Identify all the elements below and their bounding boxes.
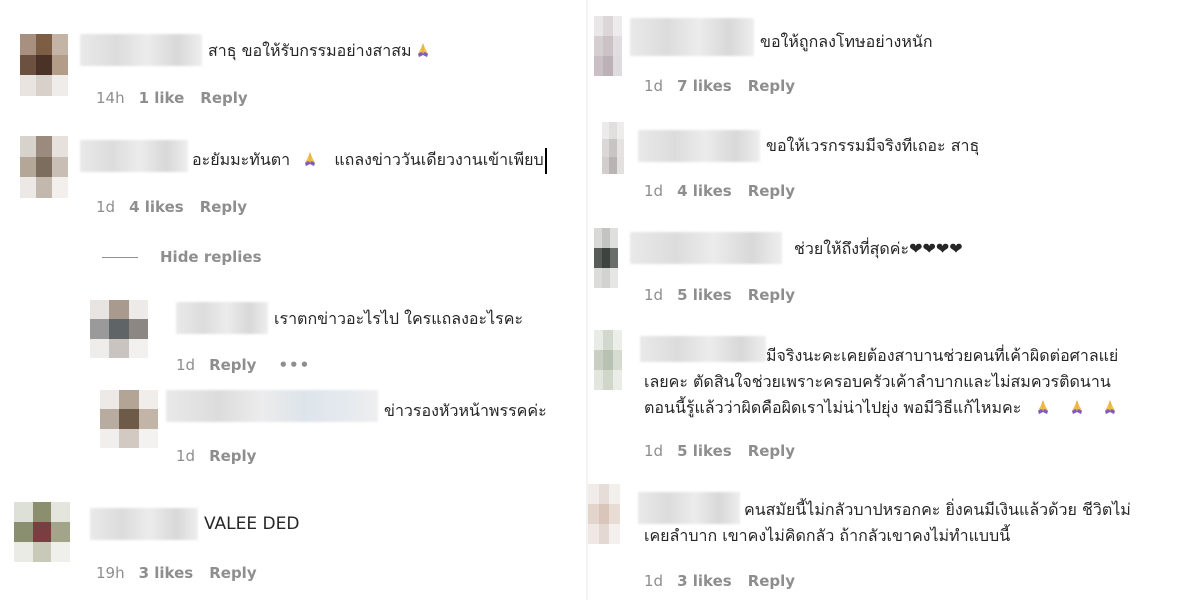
pray-icon	[416, 42, 430, 58]
username-blurred[interactable]	[640, 336, 766, 362]
avatar[interactable]	[20, 136, 68, 198]
reply-button[interactable]: Reply	[748, 286, 795, 304]
avatar[interactable]	[90, 300, 148, 358]
comment-meta: 1d 7 likes Reply	[644, 77, 795, 95]
comment-text: คนสมัยนี้ไม่กลัวบาปหรอกคะ ยิ่งคนมีเงินแล…	[744, 500, 1131, 519]
likes-count[interactable]: 4 likes	[129, 198, 184, 216]
comment-timestamp: 1d	[644, 182, 664, 200]
pray-icon	[1103, 399, 1117, 415]
hide-replies-label: Hide replies	[160, 248, 262, 266]
username-blurred[interactable]	[166, 390, 378, 422]
avatar[interactable]	[602, 122, 624, 174]
likes-count[interactable]: 5 likes	[677, 442, 732, 460]
username-blurred[interactable]	[630, 18, 754, 56]
comment-timestamp: 1d	[644, 286, 664, 304]
comment-meta: 1d 3 likes Reply	[644, 572, 795, 590]
comment-meta: 1d Reply •••	[176, 356, 310, 374]
reply-button[interactable]: Reply	[200, 89, 247, 107]
comment-meta: 19h 3 likes Reply	[96, 564, 257, 582]
comment-timestamp: 19h	[96, 564, 125, 582]
comment-meta: 1d 4 likes Reply	[96, 198, 247, 216]
comment-text: มีจริงนะคะเคยต้องสาบานช่วยคนที่เค้าผิดต่…	[766, 346, 1119, 365]
comment-text: ข่าวรองหัวหน้าพรรคค่ะ	[384, 401, 547, 420]
comment-meta: 1d Reply	[176, 447, 256, 465]
likes-count[interactable]: 3 likes	[677, 572, 732, 590]
comment-text: ช่วยให้ถึงที่สุดค่ะ❤❤❤❤	[794, 239, 963, 258]
comment-timestamp: 1d	[644, 442, 664, 460]
comment-text: ขอให้ถูกลงโทษอย่างหนัก	[760, 32, 933, 51]
reply-button[interactable]: Reply	[209, 564, 256, 582]
username-blurred[interactable]	[80, 34, 202, 66]
comment-timestamp: 1d	[96, 198, 116, 216]
username-blurred[interactable]	[176, 302, 268, 334]
username-blurred[interactable]	[638, 492, 740, 524]
likes-count[interactable]: 7 likes	[677, 77, 732, 95]
comment-text: สาธุ ขอให้รับกรรมอย่างสาสม	[208, 37, 430, 64]
comment-meta: 1d 5 likes Reply	[644, 442, 795, 460]
more-options-icon[interactable]: •••	[278, 356, 310, 374]
comment-text: ขอให้เวรกรรมมีจริงทีเถอะ สาธุ	[766, 136, 980, 155]
comment-timestamp: 1d	[176, 447, 196, 465]
comment-text: เลยคะ ตัดสินใจช่วยเพราะครอบครัวเค้าลำบาก…	[644, 372, 1111, 391]
avatar[interactable]	[100, 390, 158, 448]
avatar[interactable]	[594, 330, 622, 390]
reply-button[interactable]: Reply	[209, 447, 256, 465]
pray-icon	[1070, 399, 1084, 415]
comment-meta: 1d 4 likes Reply	[644, 182, 795, 200]
avatar[interactable]	[588, 484, 620, 544]
pray-icon	[1036, 399, 1050, 415]
comment-text: เคยลำบาก เขาคงไม่คิดกลัว ถ้ากลัวเขาคงไม่…	[644, 526, 1011, 545]
text-cursor	[544, 147, 547, 174]
avatar[interactable]	[20, 34, 68, 96]
comment-timestamp: 1d	[644, 77, 664, 95]
comment-timestamp: 1d	[644, 572, 664, 590]
comment-meta: 14h 1 like Reply	[96, 89, 248, 107]
avatar[interactable]	[594, 16, 622, 76]
username-blurred[interactable]	[90, 508, 198, 540]
likes-count[interactable]: 5 likes	[677, 286, 732, 304]
username-blurred[interactable]	[80, 140, 188, 172]
username-blurred[interactable]	[638, 130, 760, 162]
reply-button[interactable]: Reply	[748, 182, 795, 200]
hide-replies-toggle[interactable]: Hide replies	[102, 248, 262, 266]
reply-button[interactable]: Reply	[209, 356, 256, 374]
comment-text: ตอนนี้รู้แล้วว่าผิดคือผิดเราไม่น่าไปยุ่ง…	[644, 394, 1117, 421]
reply-button[interactable]: Reply	[200, 198, 247, 216]
reply-button[interactable]: Reply	[748, 77, 795, 95]
reply-button[interactable]: Reply	[748, 572, 795, 590]
comment-text: เราตกข่าวอะไรไป ใครแถลงอะไรคะ	[274, 309, 524, 328]
comment-meta: 1d 5 likes Reply	[644, 286, 795, 304]
comment-timestamp: 1d	[176, 356, 196, 374]
right-comments-panel: ขอให้ถูกลงโทษอย่างหนัก 1d 7 likes Reply …	[588, 0, 1200, 600]
likes-count[interactable]: 3 likes	[139, 564, 194, 582]
avatar[interactable]	[594, 228, 618, 288]
comment-text: อะยัมมะทันตา แถลงข่าววันเดียวงานเข้าเพีย…	[192, 146, 547, 174]
username-blurred[interactable]	[630, 232, 782, 264]
pray-icon	[303, 151, 317, 167]
reply-button[interactable]: Reply	[748, 442, 795, 460]
divider-line	[102, 256, 138, 258]
likes-count[interactable]: 1 like	[139, 89, 185, 107]
comment-text: VALEE DED	[204, 514, 300, 534]
likes-count[interactable]: 4 likes	[677, 182, 732, 200]
comment-timestamp: 14h	[96, 89, 125, 107]
left-comments-panel: สาธุ ขอให้รับกรรมอย่างสาสม 14h 1 like Re…	[0, 0, 600, 600]
avatar[interactable]	[14, 502, 70, 562]
